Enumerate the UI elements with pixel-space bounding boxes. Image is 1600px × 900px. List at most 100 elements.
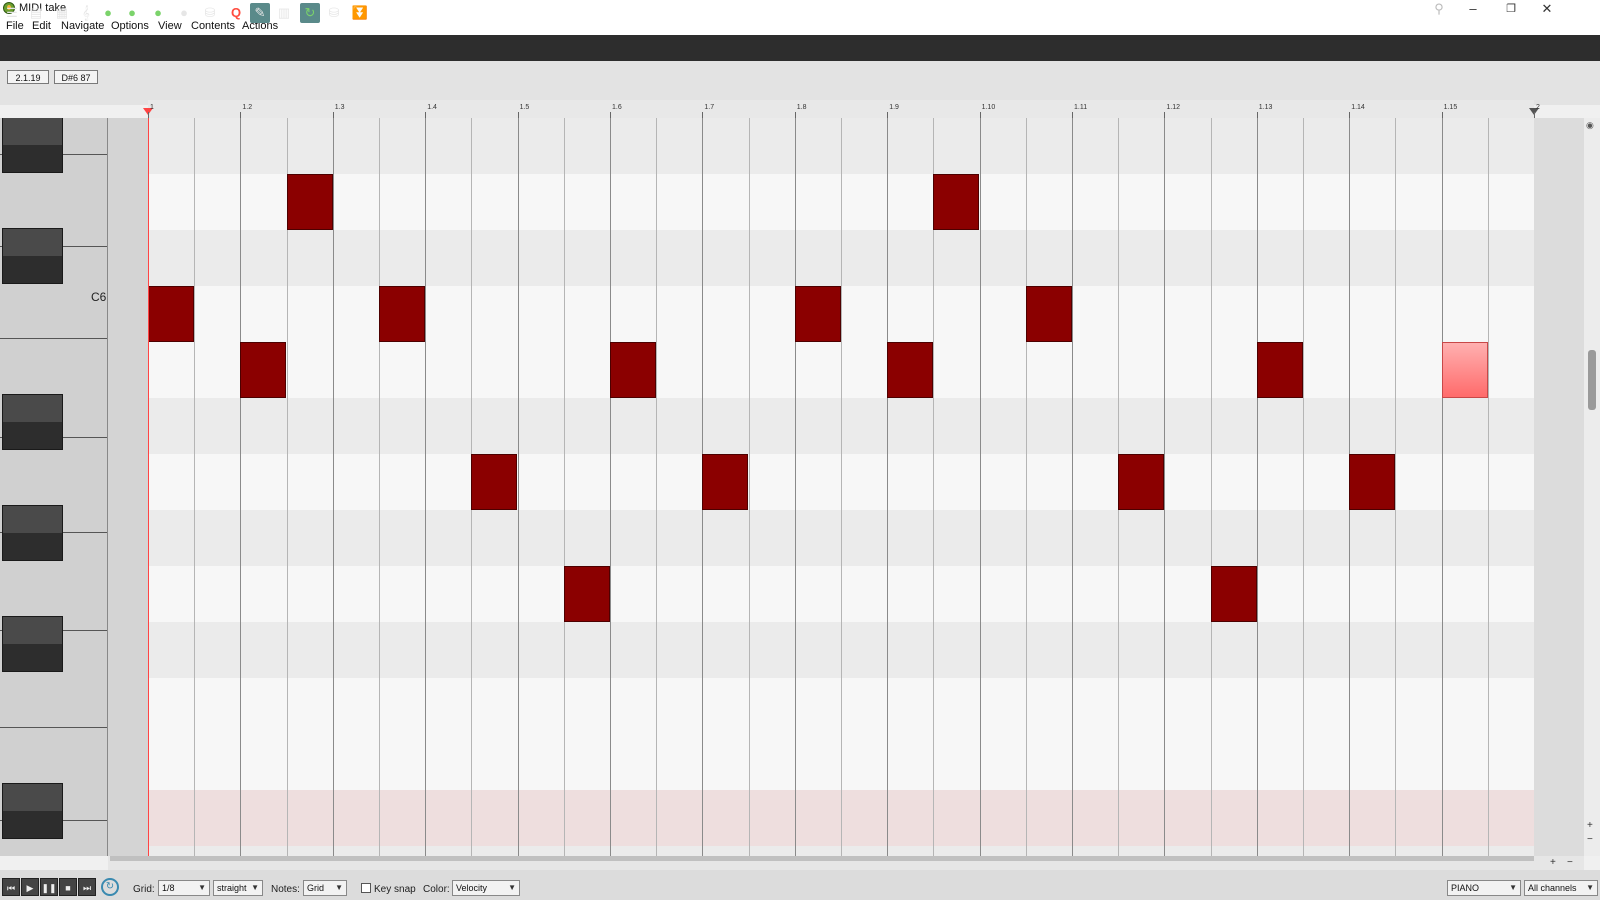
midi-note[interactable]	[702, 454, 748, 510]
black-key[interactable]	[2, 118, 63, 173]
maximize-button[interactable]: ❐	[1494, 0, 1528, 18]
piano-roll-view-icon[interactable]: ▦	[52, 3, 72, 23]
loop-icon[interactable]: ↻	[300, 3, 320, 23]
vertical-scrollbar[interactable]	[1584, 118, 1600, 856]
grid-line	[887, 118, 888, 856]
pause-icon[interactable]: ❚❚	[40, 878, 58, 896]
midi-input-icon[interactable]: ⛁	[200, 3, 220, 23]
grid-line	[194, 118, 195, 856]
tilde-input-icon[interactable]: ⏬	[350, 3, 370, 23]
chevron-down-icon: ▼	[1509, 883, 1517, 892]
chevron-down-icon: ▼	[508, 883, 516, 892]
scroll-up-icon[interactable]: ◉	[1586, 120, 1594, 131]
piano-roll-grid[interactable]	[148, 118, 1534, 856]
list-view-icon[interactable]: ☰	[2, 3, 22, 23]
ruler-label: 1.8	[796, 104, 807, 111]
chevron-down-icon: ▼	[198, 883, 206, 892]
ruler-tick	[794, 112, 796, 118]
zoom-in-horizontal-icon[interactable]: +	[1550, 857, 1556, 868]
grid-type-select[interactable]: straight ▼	[213, 880, 263, 896]
view-mode-value: PIANO	[1451, 883, 1480, 893]
vertical-scroll-thumb[interactable]	[1588, 350, 1596, 410]
black-key[interactable]	[2, 616, 63, 672]
playhead-cursor[interactable]	[148, 112, 149, 856]
zoom-out-vertical-icon[interactable]: −	[1587, 834, 1593, 845]
ruler-label: 1.13	[1258, 104, 1273, 111]
stop-icon[interactable]: ■	[59, 878, 77, 896]
midi-note[interactable]	[148, 286, 194, 342]
grid-line	[425, 118, 426, 856]
close-button[interactable]: ✕	[1530, 0, 1564, 18]
midi-note[interactable]	[287, 174, 333, 230]
midi-note[interactable]	[564, 566, 610, 622]
midi-note[interactable]	[1211, 566, 1257, 622]
midi-note[interactable]	[240, 342, 286, 398]
grid-view-icon[interactable]: ▥	[274, 3, 294, 23]
view-mode-select[interactable]: PIANO ▼	[1447, 880, 1521, 896]
grid-line	[610, 118, 611, 856]
chase-icon[interactable]: ●	[174, 3, 194, 23]
quantize-icon[interactable]: Q	[226, 3, 246, 23]
note-info-display[interactable]: D#6 87	[54, 70, 98, 84]
grid-line	[240, 118, 241, 856]
grid-line	[749, 118, 750, 856]
grid-label: Grid:	[133, 884, 155, 895]
black-key[interactable]	[2, 783, 63, 839]
zoom-out-horizontal-icon[interactable]: −	[1567, 857, 1573, 868]
go-to-end-icon[interactable]: ⏭	[78, 878, 96, 896]
grid-division-value: 1/8	[162, 883, 175, 893]
zoom-in-vertical-icon[interactable]: +	[1587, 820, 1593, 831]
ruler-tick	[1164, 112, 1166, 118]
midi-note[interactable]	[933, 174, 979, 230]
horizontal-scroll-thumb[interactable]	[110, 856, 1534, 861]
selected-midi-note[interactable]	[1442, 342, 1488, 398]
insert-note-icon[interactable]: ●	[98, 3, 118, 23]
repeat-icon[interactable]: ↻	[101, 878, 119, 896]
ruler-tick	[517, 112, 519, 118]
grid-division-select[interactable]: 1/8 ▼	[158, 880, 210, 896]
key-snap-checkbox[interactable]	[361, 883, 371, 893]
ruler-label: 1.5	[519, 104, 530, 111]
grid-line	[564, 118, 565, 856]
ruler-tick	[1349, 112, 1351, 118]
midi-note[interactable]	[471, 454, 517, 510]
color-label: Color:	[423, 884, 450, 895]
ruler-label: 1.11	[1074, 104, 1088, 111]
midi-note[interactable]	[1257, 342, 1303, 398]
select-mode-icon[interactable]: ✎	[250, 3, 270, 23]
timeline-ruler[interactable]	[148, 100, 1534, 118]
piano-keyboard[interactable]	[0, 118, 108, 856]
minimize-button[interactable]: –	[1456, 0, 1490, 18]
black-key[interactable]	[2, 505, 63, 561]
notes-snap-select[interactable]: Grid ▼	[303, 880, 347, 896]
black-key[interactable]	[2, 228, 63, 284]
midi-note[interactable]	[379, 286, 425, 342]
notation-view-icon[interactable]: 𝄞	[76, 3, 96, 23]
ruler-label: 1.10	[981, 104, 996, 111]
black-key[interactable]	[2, 394, 63, 450]
channel-select[interactable]: All channels ▼	[1524, 880, 1598, 896]
toolbar	[0, 35, 1600, 61]
white-key-divider	[0, 727, 107, 728]
play-icon[interactable]: ▶	[21, 878, 39, 896]
midi-note[interactable]	[610, 342, 656, 398]
grid-line	[1488, 118, 1489, 856]
pin-icon[interactable]: ⚲	[1422, 0, 1456, 18]
event-list-icon[interactable]: ▤	[26, 3, 46, 23]
snap-icon[interactable]: ⛁	[324, 3, 344, 23]
cursor-position-display[interactable]: 2.1.19	[7, 70, 49, 84]
ruler-tick	[425, 112, 427, 118]
midi-note[interactable]	[1349, 454, 1395, 510]
midi-note[interactable]	[887, 342, 933, 398]
notes-snap-value: Grid	[307, 883, 325, 893]
midi-note[interactable]	[1118, 454, 1164, 510]
note-color-select[interactable]: Velocity ▼	[452, 880, 520, 896]
step-input-icon[interactable]: ●	[122, 3, 142, 23]
midi-note[interactable]	[795, 286, 841, 342]
play-notes-icon[interactable]: ●	[148, 3, 168, 23]
ruler-label: 1.15	[1443, 104, 1458, 111]
chevron-down-icon: ▼	[251, 883, 259, 892]
ruler-label: 1.9	[889, 104, 899, 111]
go-to-start-icon[interactable]: ⏮	[2, 878, 20, 896]
midi-note[interactable]	[1026, 286, 1072, 342]
